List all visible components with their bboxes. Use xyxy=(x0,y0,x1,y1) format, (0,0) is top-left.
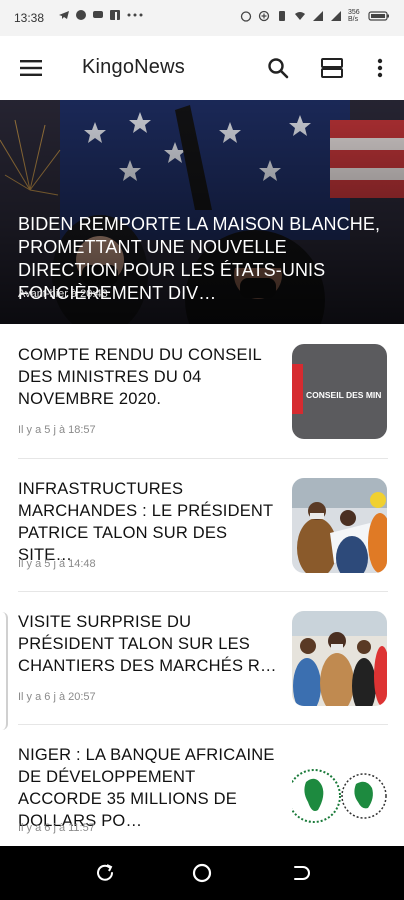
network-speed: 356 B/s xyxy=(348,9,360,23)
article-title: NIGER : LA BANQUE AFRICAINE DE DÉVELOPPE… xyxy=(18,746,275,830)
messenger-icon xyxy=(76,10,86,20)
featured-article[interactable]: BIDEN REMPORTE LA MAISON BLANCHE, PROMET… xyxy=(0,100,404,324)
thumbnail-caption: CONSEIL DES MIN xyxy=(306,390,381,400)
featured-timestamp: Avant-hier à 20:43 xyxy=(18,288,108,300)
article-timestamp: Il y a 5 j à 14:48 xyxy=(18,558,96,570)
more-dots-icon xyxy=(127,13,143,17)
article-item[interactable]: INFRASTRUCTURES MARCHANDES : LE PRÉSIDEN… xyxy=(0,458,404,590)
article-item[interactable]: VISITE SURPRISE DU PRÉSIDENT TALON SUR L… xyxy=(0,591,404,723)
back-icon[interactable] xyxy=(289,862,311,884)
app-bar: KingoNews xyxy=(0,36,404,100)
wifi-icon xyxy=(295,12,305,20)
menu-icon[interactable] xyxy=(20,58,44,78)
system-navigation-bar xyxy=(0,846,404,900)
article-timestamp: Il y a 5 j à 18:57 xyxy=(18,424,96,436)
signal-icon xyxy=(313,11,323,21)
article-thumbnail xyxy=(292,744,387,839)
article-item[interactable]: COMPTE RENDU DU CONSEIL DES MINISTRES DU… xyxy=(0,324,404,456)
data-saver-icon xyxy=(258,10,270,22)
article-timestamp: Il y a 6 j à 11:57 xyxy=(18,822,95,834)
home-icon[interactable] xyxy=(191,862,213,884)
notification-icons xyxy=(58,9,144,21)
vibrate-icon xyxy=(279,11,285,21)
battery-icon xyxy=(368,11,389,21)
alarm-icon xyxy=(240,11,252,22)
signal-icon xyxy=(331,11,341,21)
telegram-icon xyxy=(59,11,69,19)
edge-panel-handle[interactable] xyxy=(0,612,8,730)
status-bar: 13:38 356 B/s xyxy=(0,0,404,36)
article-title: COMPTE RENDU DU CONSEIL DES MINISTRES DU… xyxy=(18,346,262,408)
article-thumbnail: CONSEIL DES MIN xyxy=(292,344,387,439)
article-title: VISITE SURPRISE DU PRÉSIDENT TALON SUR L… xyxy=(18,613,277,675)
chat-icon xyxy=(93,11,103,18)
article-thumbnail xyxy=(292,611,387,706)
layout-toggle-icon[interactable] xyxy=(320,56,344,80)
article-timestamp: Il y a 6 j à 20:57 xyxy=(18,691,96,703)
facebook-icon xyxy=(110,10,120,20)
more-options-icon[interactable] xyxy=(372,56,388,80)
article-item[interactable]: NIGER : LA BANQUE AFRICAINE DE DÉVELOPPE… xyxy=(0,724,404,856)
app-title: KingoNews xyxy=(82,56,185,78)
article-title: INFRASTRUCTURES MARCHANDES : LE PRÉSIDEN… xyxy=(18,480,273,564)
search-icon[interactable] xyxy=(266,56,290,80)
system-icons: 356 B/s xyxy=(240,9,390,23)
recent-apps-icon[interactable] xyxy=(94,862,116,884)
article-thumbnail xyxy=(292,478,387,573)
status-time: 13:38 xyxy=(14,11,45,25)
